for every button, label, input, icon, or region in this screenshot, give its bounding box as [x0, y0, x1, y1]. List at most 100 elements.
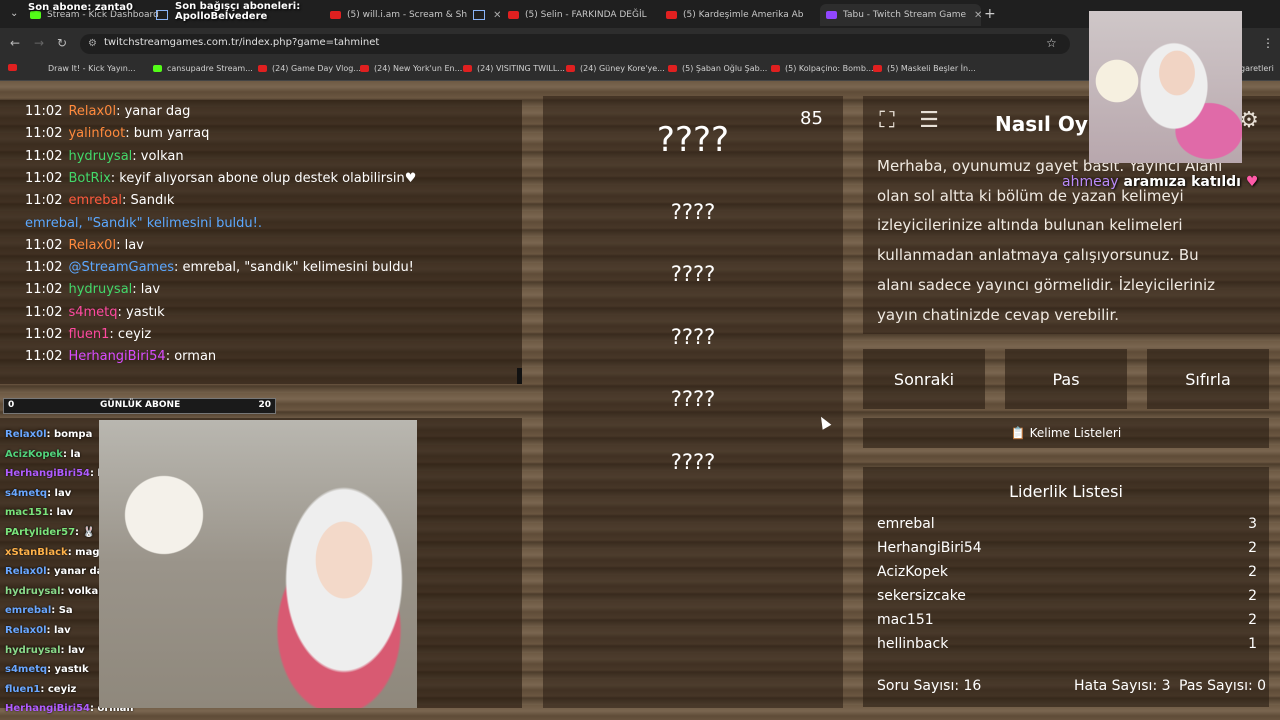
chat-text: : volkan	[132, 148, 184, 164]
youtube-icon	[8, 64, 17, 71]
chat-username[interactable]: fluen1	[68, 327, 109, 342]
tab-youtube-3[interactable]: (5) Kardeşimle Amerika Ab	[666, 4, 816, 26]
chat-username[interactable]: s4metq	[68, 305, 117, 320]
overlay-chat-user: fluen1	[5, 683, 41, 695]
bookmark-5[interactable]: (24) VISITING TWILL...	[463, 64, 565, 73]
overlay-chat-user: s4metq	[5, 664, 48, 676]
reload-icon[interactable]: ↻	[57, 36, 67, 50]
bookmark-0[interactable]	[8, 64, 22, 71]
leaderboard-score: 2	[1248, 611, 1257, 628]
leaderboard-score: 2	[1248, 563, 1257, 580]
back-icon[interactable]: ←	[10, 36, 20, 50]
bookmark-1[interactable]: Draw It! - Kick Yayın...	[48, 64, 136, 73]
reset-button[interactable]: Sıfırla	[1147, 349, 1269, 409]
overlay-chat-line: xStanBlack: magm	[5, 547, 110, 558]
window-icon	[156, 10, 168, 20]
leaderboard-name: sekersizcake	[877, 587, 966, 604]
notes-icon[interactable]: ☰	[912, 104, 946, 138]
leaderboard-row: emrebal 3	[877, 516, 1257, 532]
hidden-word: ????	[670, 262, 716, 286]
leaderboard-name: hellinback	[877, 635, 949, 652]
leaderboard-title: Liderlik Listesi	[1009, 482, 1123, 501]
chat-username[interactable]: @StreamGames	[68, 260, 174, 275]
overlay-chat-user: HerhangiBiri54	[5, 468, 90, 480]
hidden-word: ????	[670, 200, 716, 224]
overlay-chat-text: : lav	[47, 487, 72, 499]
chat-username[interactable]: BotRix	[68, 171, 110, 186]
next-button[interactable]: Sonraki	[863, 349, 985, 409]
hidden-word: ????	[670, 450, 716, 474]
bookmark-9[interactable]: (5) Maskeli Beşler İn...	[873, 64, 976, 73]
url-text[interactable]: twitchstreamgames.com.tr/index.php?game=…	[104, 37, 379, 48]
bookmark-10[interactable]: garetleri	[1240, 64, 1274, 73]
tab-youtube-1[interactable]: (5) will.i.am - Scream & Sh ✕	[330, 4, 500, 26]
overlay-chat-user: mac151	[5, 507, 49, 519]
bookmark-3[interactable]: (24) Game Day Vlog...	[258, 64, 361, 73]
bookmark-6[interactable]: (24) Güney Kore'ye...	[566, 64, 665, 73]
join-user: ahmeay	[1062, 174, 1119, 190]
chat-username[interactable]: Relax0l	[68, 238, 116, 253]
word-lists-button[interactable]: 📋 Kelime Listeleri	[863, 418, 1269, 448]
hidden-word: ????	[670, 387, 716, 411]
chat-message: 11:02 HerhangiBiri54: orman	[25, 349, 216, 364]
chat-username[interactable]: Relax0l	[68, 104, 116, 119]
chat-time: 11:02	[25, 126, 63, 142]
sub-goal-label: GÜNLÜK ABONE	[100, 400, 181, 410]
chat-time: 11:02	[25, 104, 63, 119]
overlay-chat-line: Relax0l: bompa	[5, 429, 92, 440]
leaderboard-name: emrebal	[877, 516, 935, 532]
chat-message: 11:02 s4metq: yastık	[25, 305, 165, 320]
overlay-chat-user: Relax0l	[5, 566, 47, 578]
chat-text: : lav	[132, 282, 161, 298]
youtube-icon	[360, 65, 369, 72]
leaderboard-name: mac151	[877, 611, 934, 628]
bookmark-star-icon[interactable]: ☆	[1046, 36, 1057, 50]
chat-time: 11:02	[25, 282, 63, 298]
chat-message: 11:02 Relax0l: yanar dag	[25, 104, 190, 119]
overlay-chat-line: HerhangiBiri54: kr	[5, 468, 109, 479]
bookmark-8[interactable]: (5) Kolpaçino: Bomb...	[771, 64, 874, 73]
youtube-icon	[666, 11, 677, 19]
youtube-icon	[463, 65, 472, 72]
youtube-icon	[771, 65, 780, 72]
chat-time: 11:02	[25, 237, 63, 253]
join-notification: ahmeay aramıza katıldı ♥	[1062, 174, 1258, 190]
kick-icon	[153, 65, 162, 72]
chat-username[interactable]: HerhangiBiri54	[68, 349, 165, 364]
bookmark-2[interactable]: cansupadre Stream...	[153, 64, 253, 73]
tab-window[interactable]	[150, 4, 170, 26]
fullscreen-icon[interactable]: ⛶	[870, 104, 904, 138]
menu-icon[interactable]: ⋮	[1262, 36, 1274, 50]
overlay-chat-user: HerhangiBiri54	[5, 703, 90, 715]
error-count: Hata Sayısı: 3	[1074, 678, 1171, 694]
chat-scrollbar[interactable]	[517, 368, 522, 384]
chevron-down-icon[interactable]: ⌄	[10, 8, 18, 19]
bookmark-7[interactable]: (5) Şaban Oğlu Şab...	[668, 64, 767, 73]
close-icon[interactable]: ✕	[493, 10, 500, 21]
new-tab-button[interactable]: +	[984, 6, 996, 22]
bookmark-4[interactable]: (24) New York'un En...	[360, 64, 462, 73]
chat-message: 11:02 yalinfoot: bum yarraq	[25, 126, 209, 141]
close-icon[interactable]: ✕	[974, 10, 981, 21]
chat-username[interactable]: emrebal	[68, 193, 122, 208]
last-donor-alert: Son bağışçı aboneleri: ApolloBelvedere	[175, 2, 300, 22]
chat-username[interactable]: hydruysal	[68, 149, 132, 164]
overlay-chat-text: : lav	[60, 644, 85, 656]
overlay-chat-user: hydruysal	[5, 644, 61, 656]
overlay-chat-text: : ceyiz	[40, 683, 77, 695]
tab-tabu[interactable]: Tabu - Twitch Stream Game ✕	[820, 4, 981, 26]
heart-icon: ♥	[1245, 174, 1259, 190]
chat-message: 11:02 @StreamGames: emrebal, "sandık" kel…	[25, 260, 414, 275]
chat-time: 11:02	[25, 170, 63, 186]
chat-time: 11:02	[25, 349, 63, 365]
leaderboard-score: 2	[1248, 539, 1257, 556]
leaderboard-row: mac151 2	[877, 612, 1257, 628]
chat-time: 11:02	[25, 193, 63, 209]
tab-youtube-2[interactable]: (5) Selin - FARKINDA DEĞİL	[508, 4, 658, 26]
site-info-icon[interactable]: ⚙	[88, 38, 97, 49]
youtube-icon	[668, 65, 677, 72]
pass-button[interactable]: Pas	[1005, 349, 1127, 409]
chat-username[interactable]: yalinfoot	[68, 126, 125, 141]
forward-icon[interactable]: →	[34, 36, 44, 50]
chat-username[interactable]: hydruysal	[68, 282, 132, 297]
